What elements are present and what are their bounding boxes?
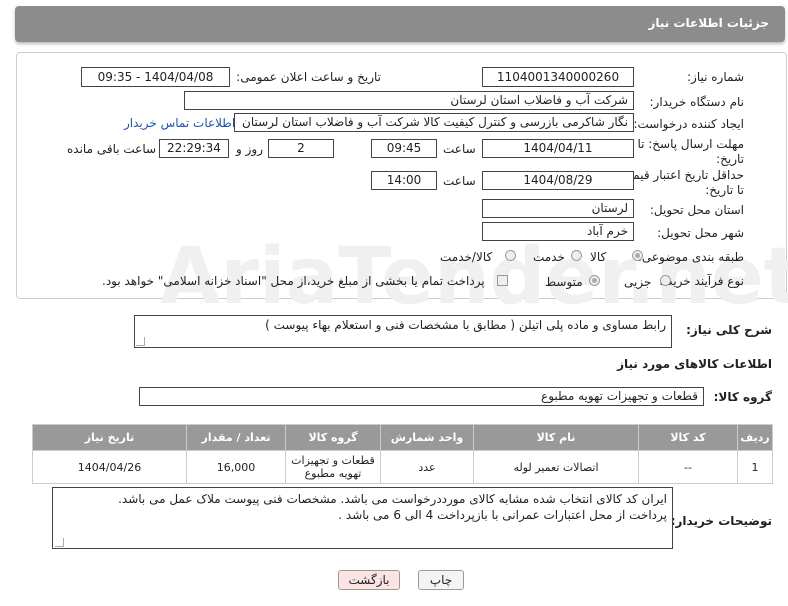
remaining-time-field: 22:29:34 [159, 139, 229, 158]
page-header: جزئیات اطلاعات نیاز [15, 6, 785, 42]
process-option-minor: جزیی [624, 275, 652, 289]
category-radio-service[interactable] [571, 250, 582, 261]
process-option-medium: متوسط [545, 275, 583, 289]
reply-date-field: 1404/04/11 [482, 139, 634, 158]
back-button[interactable]: بازگشت [338, 570, 400, 590]
buyer-contact-link[interactable]: اطلاعات تماس خریدار [124, 116, 235, 130]
creator-label: ایجاد کننده درخواست: [633, 117, 744, 131]
cell-unit: عدد [380, 450, 474, 484]
goods-info-title: اطلاعات کالاهای مورد نیاز [617, 357, 772, 371]
buyer-label: نام دستگاه خریدار: [649, 95, 745, 109]
need-number-field: 1104001340000260 [482, 67, 634, 87]
col-date: تاریخ نیاز [32, 424, 187, 451]
cell-date: 1404/04/26 [32, 450, 187, 484]
cell-qty: 16,000 [186, 450, 286, 484]
province-field: لرستان [482, 199, 634, 218]
category-radio-goods-service[interactable] [505, 250, 516, 261]
buyer-notes-line-1: ایران کد کالای انتخاب شده مشابه کالای مو… [118, 492, 667, 506]
cell-row: 1 [737, 450, 773, 484]
description-label: شرح کلی نیاز: [686, 323, 772, 337]
category-option-goods-service: کالا/خدمت [440, 250, 493, 264]
city-label: شهر محل تحویل: [657, 226, 744, 240]
reply-deadline-label: مهلت ارسال پاسخ: تا تاریخ: [637, 137, 744, 166]
buyer-notes-line-2: پرداخت از محل اعتبارات عمرانی با بازپردا… [338, 508, 667, 522]
col-row: ردیف [737, 424, 773, 451]
validity-time-field: 14:00 [371, 171, 437, 190]
treasury-payment-checkbox[interactable] [497, 275, 508, 286]
category-radio-goods[interactable] [632, 250, 643, 261]
days-label: روز و [236, 142, 263, 156]
buyer-notes-textarea[interactable]: ایران کد کالای انتخاب شده مشابه کالای مو… [52, 487, 673, 549]
remaining-days-field: 2 [268, 139, 334, 158]
process-radio-medium[interactable] [589, 275, 600, 286]
need-number-label: شماره نیاز: [687, 70, 744, 84]
page-title: جزئیات اطلاعات نیاز [648, 16, 769, 30]
cell-group: قطعات و تجهیزات تهویه مطبوع [285, 450, 381, 484]
province-label: استان محل تحویل: [649, 203, 744, 217]
creator-field: نگار شاکرمی بازرسی و کنترل کیفیت کالا شر… [234, 113, 634, 132]
category-option-goods: کالا [590, 250, 607, 264]
announce-date-field: 1404/04/08 - 09:35 [81, 67, 230, 87]
col-code: کد کالا [638, 424, 738, 451]
city-field: خرم آباد [482, 222, 634, 241]
print-button[interactable]: چاپ [418, 570, 464, 590]
remaining-time-label: ساعت باقی مانده [67, 142, 157, 156]
goods-table: ردیف کد کالا نام کالا واحد شمارش گروه کا… [32, 424, 773, 484]
validity-date-field: 1404/08/29 [482, 171, 634, 190]
goods-group-field: قطعات و تجهیزات تهویه مطبوع [139, 387, 704, 406]
announce-date-label: تاریخ و ساعت اعلان عمومی: [236, 70, 381, 84]
description-text: رابط مساوی و ماده پلی اتیلن ( مطابق با م… [265, 318, 666, 332]
col-group: گروه کالا [285, 424, 381, 451]
col-qty: تعداد / مقدار [186, 424, 286, 451]
col-unit: واحد شمارش [380, 424, 474, 451]
table-row: 1 -- اتصالات تعمیر لوله عدد قطعات و تجهی… [32, 450, 773, 484]
notes-resize-handle-icon[interactable] [55, 538, 64, 547]
process-label: نوع فرآیند خرید : [659, 274, 744, 288]
buyer-notes-label: توضیحات خریدار: [670, 514, 772, 528]
reply-time-field: 09:45 [371, 139, 437, 158]
goods-group-label: گروه کالا: [713, 390, 772, 404]
category-label: طبقه بندی موضوعی: [637, 250, 744, 264]
category-option-service: خدمت [533, 250, 565, 264]
cell-code: -- [638, 450, 738, 484]
col-name: نام کالا [473, 424, 639, 451]
description-textarea[interactable]: رابط مساوی و ماده پلی اتیلن ( مطابق با م… [134, 315, 672, 348]
buyer-field: شرکت آب و فاضلاب استان لرستان [184, 91, 634, 110]
reply-time-label: ساعت [443, 142, 476, 156]
resize-handle-icon[interactable] [136, 337, 145, 346]
process-radio-minor[interactable] [660, 275, 671, 286]
validity-time-label: ساعت [443, 174, 476, 188]
treasury-payment-note: پرداخت تمام یا بخشی از مبلغ خرید،از محل … [102, 274, 485, 288]
goods-table-header: ردیف کد کالا نام کالا واحد شمارش گروه کا… [32, 424, 773, 451]
cell-name: اتصالات تعمیر لوله [473, 450, 639, 484]
